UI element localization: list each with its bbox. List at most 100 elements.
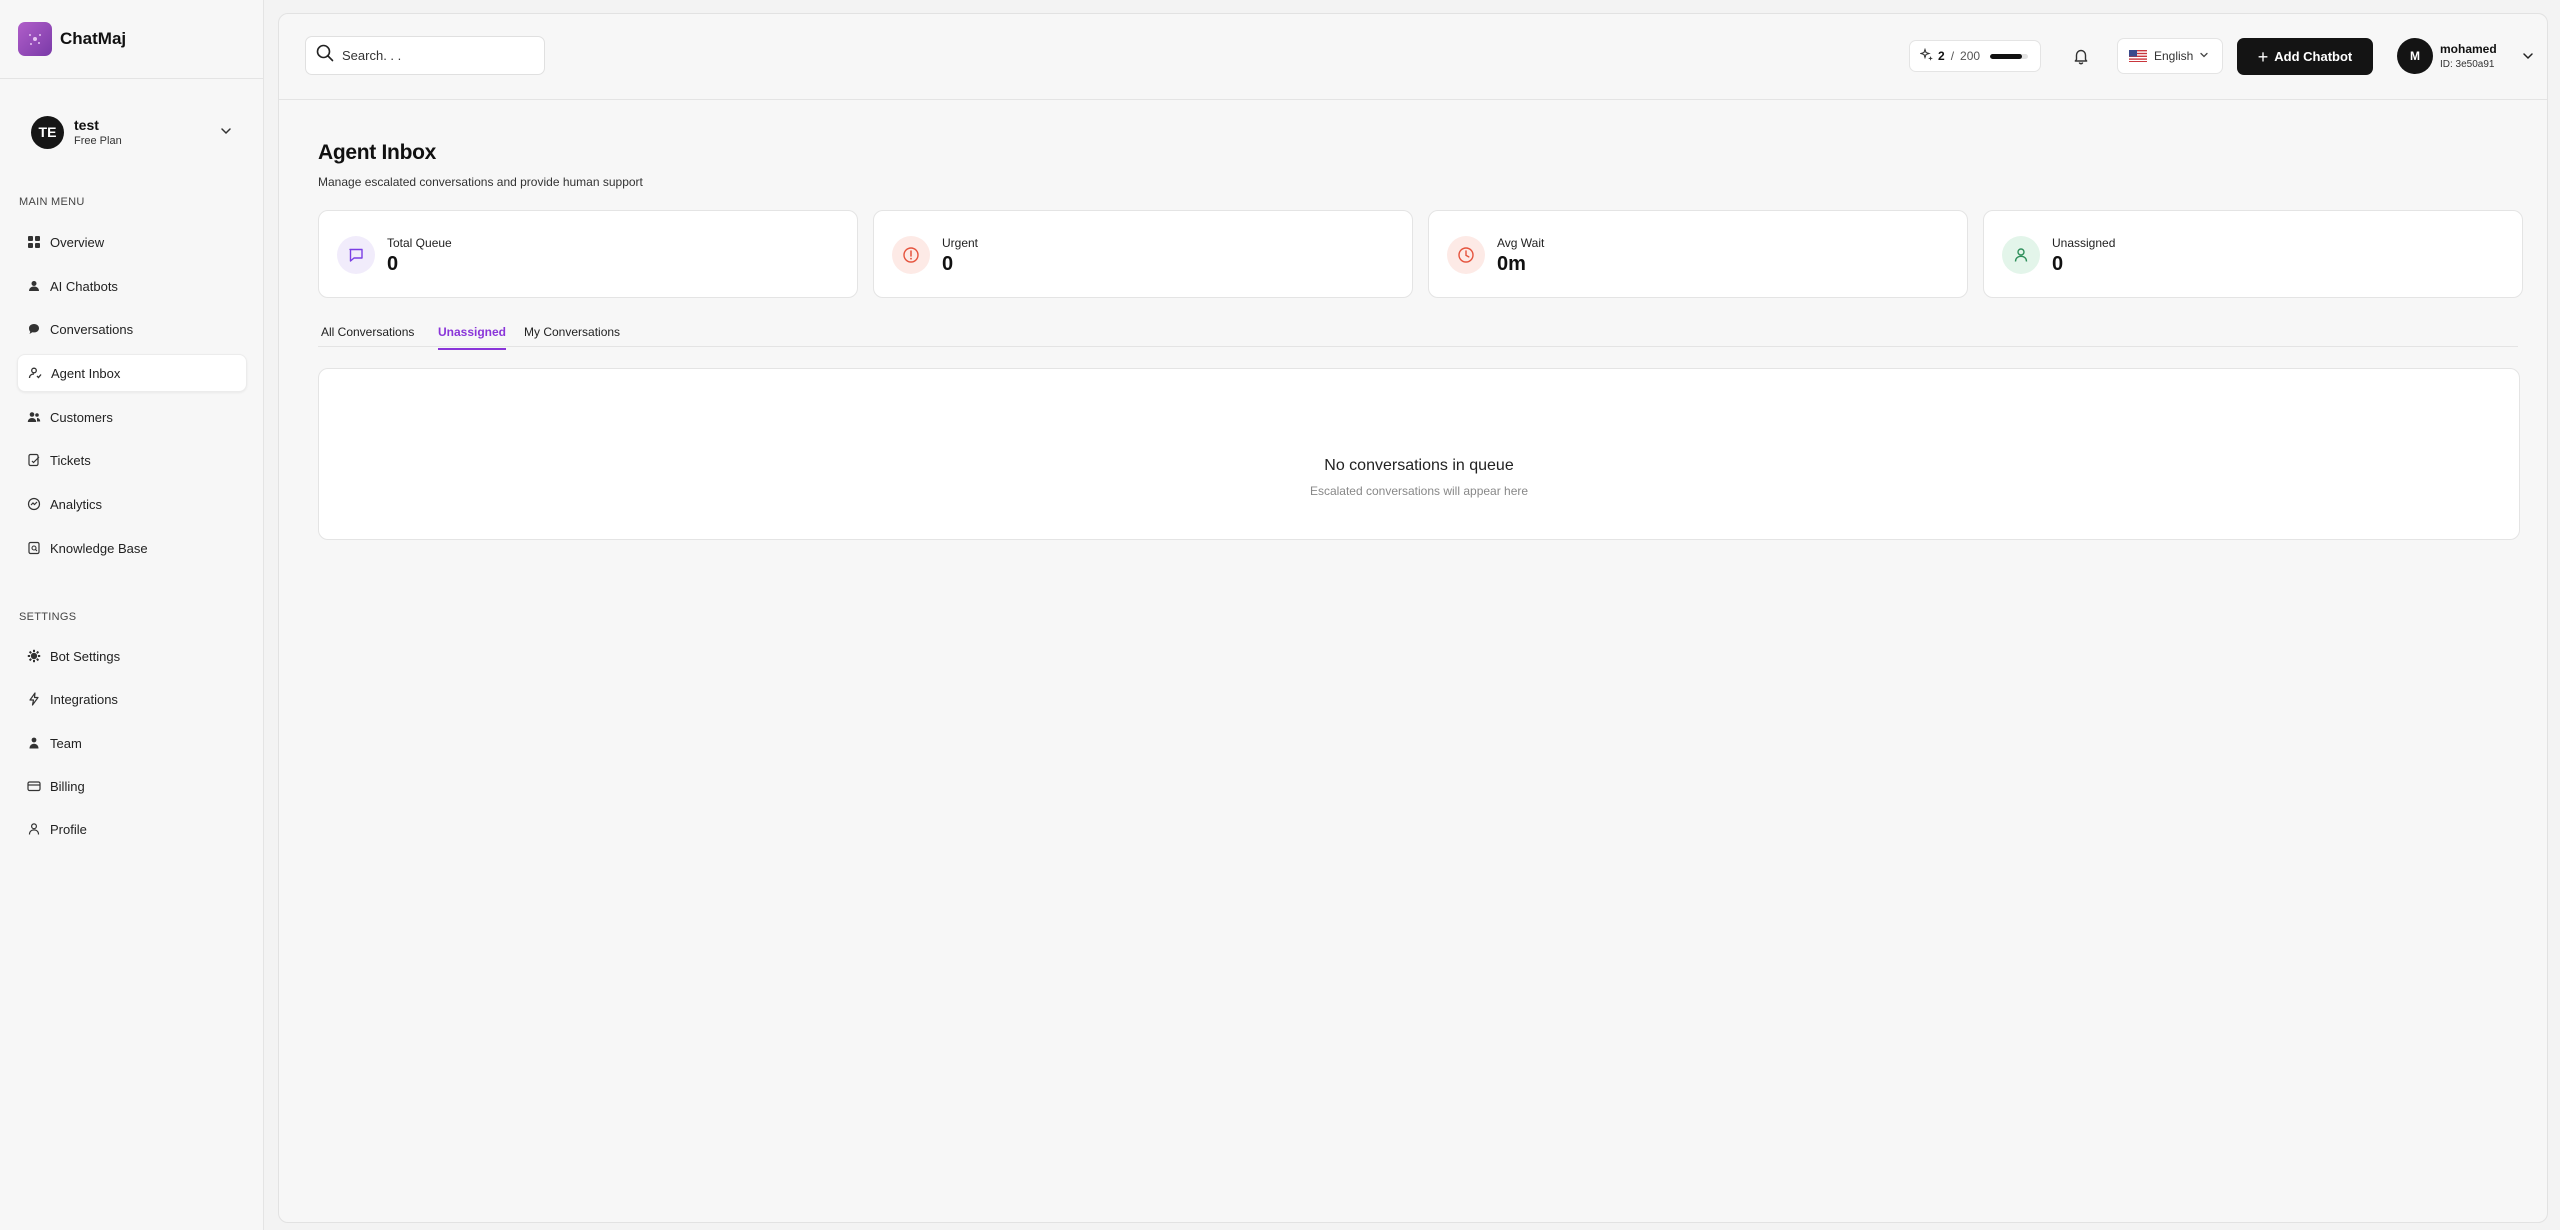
sidebar-item-label: AI Chatbots — [50, 278, 118, 294]
sidebar-item-bot-settings[interactable]: Bot Settings — [17, 637, 247, 675]
stat-value: 0 — [942, 253, 954, 275]
gear-icon — [27, 649, 41, 663]
card-icon — [27, 779, 41, 793]
avatar: M — [2397, 38, 2433, 74]
clock-icon — [1447, 236, 1485, 274]
profile-icon — [27, 822, 41, 836]
tab-unassigned[interactable]: Unassigned — [438, 325, 507, 350]
user-id: ID: 3e50a91 — [2440, 59, 2495, 70]
stat-value: 0 — [387, 253, 399, 275]
stat-label: Unassigned — [2052, 236, 2116, 250]
top-bar: 2 / 200 English + Add Chatbot M mohamed … — [279, 14, 2547, 100]
credits-total: 200 — [1960, 49, 1981, 63]
search-icon — [316, 44, 334, 67]
workspace-switcher[interactable]: TE test Free Plan — [31, 112, 231, 152]
sidebar-item-label: Bot Settings — [50, 648, 121, 664]
sidebar-item-label: Analytics — [50, 496, 103, 512]
user-icon — [27, 279, 41, 293]
grid-icon — [27, 235, 41, 249]
sidebar-item-agent-inbox[interactable]: Agent Inbox — [17, 354, 247, 392]
sidebar-item-billing[interactable]: Billing — [17, 767, 247, 805]
sidebar-item-integrations[interactable]: Integrations — [17, 680, 247, 718]
sidebar-item-ai-chatbots[interactable]: AI Chatbots — [17, 267, 247, 305]
chevron-down-icon — [2199, 49, 2209, 63]
sidebar-item-knowledge-base[interactable]: Knowledge Base — [17, 529, 247, 567]
sidebar-item-label: Tickets — [50, 452, 91, 468]
credits-indicator[interactable]: 2 / 200 — [1909, 40, 2041, 72]
empty-state-title: No conversations in queue — [1324, 457, 1514, 474]
stat-label: Avg Wait — [1497, 236, 1545, 250]
alert-circle-icon — [892, 236, 930, 274]
credits-separator: / — [1950, 49, 1955, 63]
us-flag-icon — [2129, 50, 2147, 62]
workspace-avatar: TE — [31, 115, 64, 149]
tabs: All Conversations Unassigned My Conversa… — [318, 317, 2518, 350]
tab-my-conversations[interactable]: My Conversations — [524, 325, 620, 348]
stat-value: 0m — [1497, 253, 1526, 275]
search-input[interactable] — [342, 48, 532, 63]
sidebar-item-label: Knowledge Base — [50, 540, 148, 556]
credits-progress-fill — [1990, 53, 2023, 59]
sidebar-item-customers[interactable]: Customers — [17, 398, 247, 436]
message-square-icon — [337, 236, 375, 274]
page-subtitle: Manage escalated conversations and provi… — [318, 175, 643, 189]
sidebar-item-tickets[interactable]: Tickets — [17, 441, 247, 479]
main-menu-label: MAIN MENU — [19, 196, 85, 208]
brand-logo-icon — [18, 22, 52, 56]
sidebar-item-conversations[interactable]: Conversations — [17, 310, 247, 348]
tab-all-conversations[interactable]: All Conversations — [321, 325, 414, 348]
language-selector[interactable]: English — [2117, 38, 2223, 74]
settings-label: SETTINGS — [19, 611, 77, 623]
empty-state: No conversations in queue Escalated conv… — [318, 368, 2520, 540]
sidebar-item-label: Billing — [50, 778, 85, 794]
sidebar-item-label: Team — [50, 735, 82, 751]
brand[interactable]: ChatMaj — [18, 22, 126, 56]
sidebar-item-overview[interactable]: Overview — [17, 223, 247, 261]
sidebar: ChatMaj TE test Free Plan MAIN MENU Over… — [0, 0, 264, 1230]
page-title: Agent Inbox — [318, 141, 437, 164]
workspace-plan: Free Plan — [74, 135, 122, 147]
sidebar-item-label: Overview — [50, 234, 105, 250]
stat-card-total-queue: Total Queue 0 — [318, 210, 858, 298]
stat-label: Urgent — [942, 236, 979, 250]
sidebar-item-team[interactable]: Team — [17, 724, 247, 762]
stat-card-avg-wait: Avg Wait 0m — [1428, 210, 1968, 298]
credits-progress-bar — [1990, 53, 2029, 59]
sidebar-item-analytics[interactable]: Analytics — [17, 485, 247, 523]
notification-bell-icon[interactable] — [2069, 44, 2093, 68]
sidebar-item-label: Integrations — [50, 691, 118, 707]
sparkle-icon — [1919, 47, 1934, 65]
chevron-down-icon[interactable] — [219, 124, 233, 143]
divider — [0, 78, 264, 79]
main-panel: 2 / 200 English + Add Chatbot M mohamed … — [278, 13, 2548, 1223]
sidebar-item-label: Customers — [50, 409, 113, 425]
users-icon — [27, 410, 41, 424]
add-chatbot-button[interactable]: + Add Chatbot — [2237, 38, 2373, 75]
workspace-name: test — [74, 117, 99, 133]
sidebar-item-profile[interactable]: Profile — [17, 810, 247, 848]
brand-name: ChatMaj — [60, 29, 127, 48]
ticket-icon — [27, 453, 41, 467]
user-menu[interactable]: M mohamed ID: 3e50a91 — [2397, 37, 2537, 75]
agent-icon — [28, 366, 42, 380]
empty-state-subtitle: Escalated conversations will appear here — [1309, 484, 1529, 498]
person-icon — [27, 736, 41, 750]
stat-card-unassigned: Unassigned 0 — [1983, 210, 2523, 298]
stat-card-urgent: Urgent 0 — [873, 210, 1413, 298]
stat-value: 0 — [2052, 253, 2064, 275]
user-icon — [2002, 236, 2040, 274]
user-name: mohamed — [2440, 42, 2497, 56]
plus-icon: + — [2257, 46, 2269, 67]
language-label: English — [2154, 49, 2194, 63]
bolt-icon — [27, 692, 41, 706]
analytics-icon — [27, 497, 41, 511]
sidebar-item-label: Conversations — [50, 321, 134, 337]
chevron-down-icon[interactable] — [2521, 49, 2535, 68]
book-icon — [27, 541, 41, 555]
sidebar-item-label: Agent Inbox — [51, 365, 121, 381]
search-box[interactable] — [305, 36, 545, 75]
stat-label: Total Queue — [387, 236, 452, 250]
chat-bubble-icon — [27, 322, 41, 336]
add-chatbot-label: Add Chatbot — [2274, 49, 2353, 64]
credits-used: 2 — [1938, 49, 1945, 63]
